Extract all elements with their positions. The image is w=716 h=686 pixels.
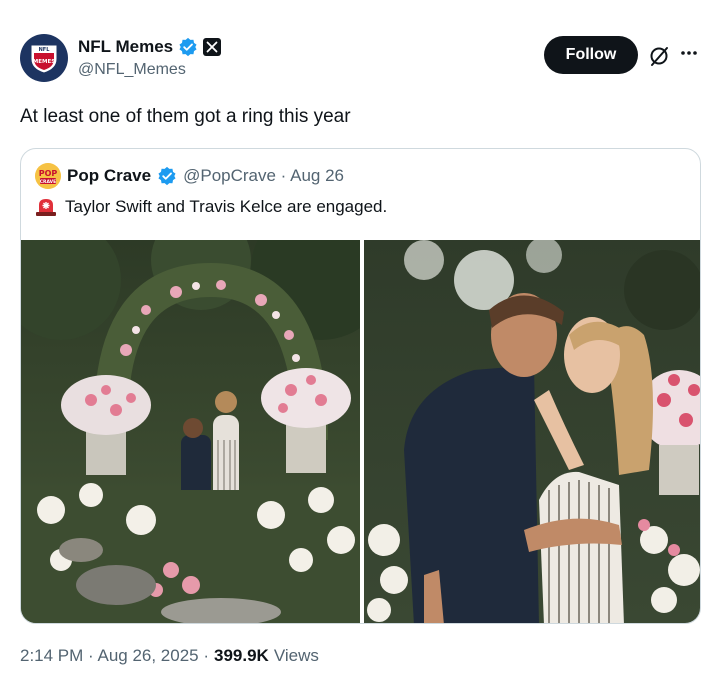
quoted-media[interactable] bbox=[21, 240, 700, 623]
photo-garden-wide[interactable] bbox=[21, 240, 360, 623]
quoted-display-name[interactable]: Pop Crave bbox=[67, 166, 151, 186]
svg-text:POP: POP bbox=[39, 169, 58, 178]
quoted-handle-date[interactable]: @PopCrave · Aug 26 bbox=[183, 166, 344, 186]
quoted-tweet[interactable]: POP CRAVE Pop Crave @PopCrave · Aug 26 T… bbox=[20, 148, 701, 624]
svg-text:CRAVE: CRAVE bbox=[40, 179, 57, 185]
author-avatar[interactable]: NFL MEMES bbox=[20, 34, 68, 82]
tweet-meta: 2:14 PM · Aug 26, 2025 · 399.9K Views bbox=[20, 646, 319, 666]
quoted-text: Taylor Swift and Travis Kelce are engage… bbox=[65, 197, 388, 216]
svg-text:MEMES: MEMES bbox=[33, 59, 55, 65]
views-count: 399.9K bbox=[214, 646, 269, 665]
verified-badge-icon[interactable] bbox=[157, 166, 177, 186]
author-display-name[interactable]: NFL Memes bbox=[78, 37, 173, 57]
author-handle[interactable]: @NFL_Memes bbox=[78, 61, 186, 79]
tweet-header: NFL MEMES NFL Memes @NFL_Memes Follow bbox=[20, 34, 700, 86]
quoted-header: POP CRAVE Pop Crave @PopCrave · Aug 26 bbox=[35, 163, 344, 189]
more-icon[interactable] bbox=[678, 42, 700, 64]
author-name-row: NFL Memes bbox=[78, 37, 222, 57]
grok-icon[interactable] bbox=[648, 45, 670, 67]
views-label: Views bbox=[273, 646, 319, 665]
siren-icon bbox=[36, 199, 56, 216]
tweet-text: At least one of them got a ring this yea… bbox=[20, 106, 351, 127]
tweet-timestamp[interactable]: 2:14 PM · Aug 26, 2025 · bbox=[20, 646, 209, 666]
follow-button[interactable]: Follow bbox=[544, 36, 638, 74]
nfl-shield-logo: NFL MEMES bbox=[30, 44, 58, 74]
quoted-avatar[interactable]: POP CRAVE bbox=[35, 163, 61, 189]
svg-text:NFL: NFL bbox=[39, 47, 51, 53]
verified-badge-icon[interactable] bbox=[178, 37, 198, 57]
photo-couple-closeup[interactable] bbox=[364, 240, 700, 623]
quoted-text-row: Taylor Swift and Travis Kelce are engage… bbox=[35, 197, 387, 217]
x-affiliate-icon[interactable] bbox=[203, 38, 222, 56]
